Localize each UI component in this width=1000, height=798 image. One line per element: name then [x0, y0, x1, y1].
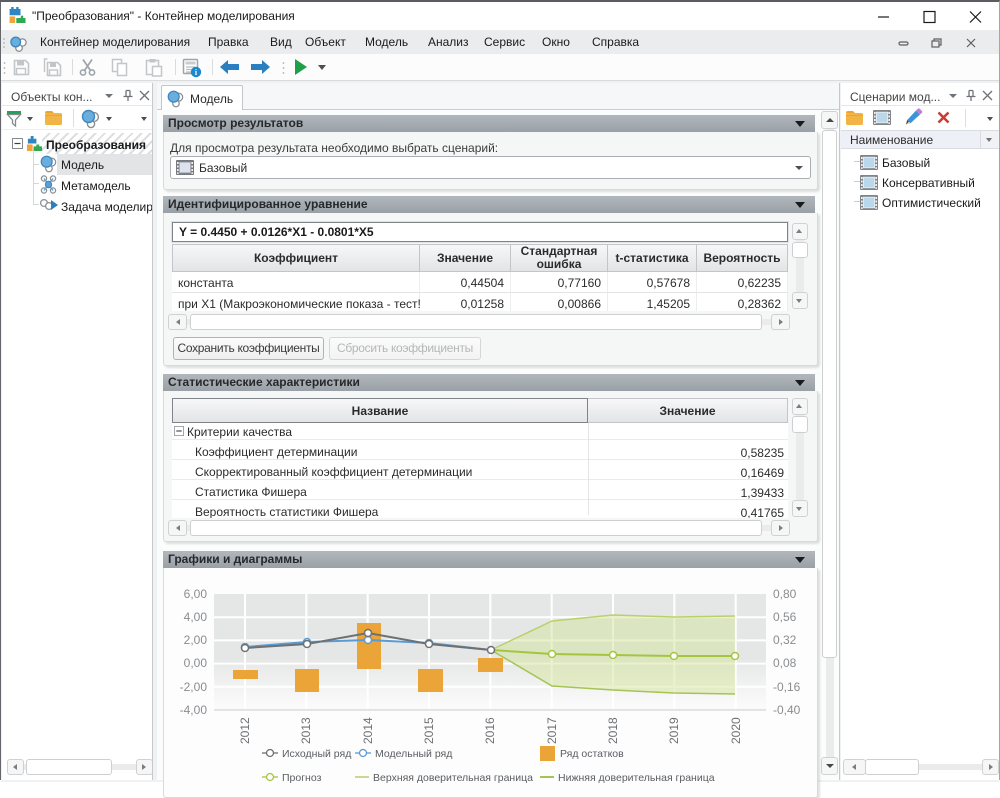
svg-text:0,80: 0,80 [773, 587, 797, 601]
svg-text:-4,00: -4,00 [180, 703, 208, 717]
svg-text:Модельный ряд: Модельный ряд [375, 748, 452, 760]
svg-text:Нижняя доверительная граница: Нижняя доверительная граница [558, 772, 715, 784]
svg-text:0,56: 0,56 [773, 610, 797, 624]
svg-text:2017: 2017 [545, 717, 559, 744]
svg-text:Исходный ряд: Исходный ряд [282, 748, 351, 760]
svg-text:0,08: 0,08 [773, 656, 797, 670]
svg-text:2013: 2013 [299, 717, 313, 744]
svg-text:0,32: 0,32 [773, 633, 797, 647]
svg-text:6,00: 6,00 [184, 587, 208, 601]
svg-text:2019: 2019 [667, 717, 681, 744]
svg-text:2015: 2015 [422, 717, 436, 744]
svg-text:2020: 2020 [729, 717, 743, 744]
svg-text:2016: 2016 [483, 717, 497, 744]
svg-text:Ряд остатков: Ряд остатков [560, 748, 624, 760]
svg-text:-0,16: -0,16 [773, 680, 801, 694]
svg-text:4,00: 4,00 [184, 610, 208, 624]
svg-text:2012: 2012 [238, 717, 252, 744]
svg-text:-2,00: -2,00 [180, 680, 208, 694]
svg-text:2,00: 2,00 [184, 633, 208, 647]
svg-text:-0,40: -0,40 [773, 703, 801, 717]
svg-text:2014: 2014 [361, 717, 375, 744]
svg-text:0,00: 0,00 [184, 656, 208, 670]
svg-text:2018: 2018 [606, 717, 620, 744]
svg-text:Прогноз: Прогноз [282, 772, 322, 784]
svg-text:Верхняя доверительная граница: Верхняя доверительная граница [373, 772, 533, 784]
